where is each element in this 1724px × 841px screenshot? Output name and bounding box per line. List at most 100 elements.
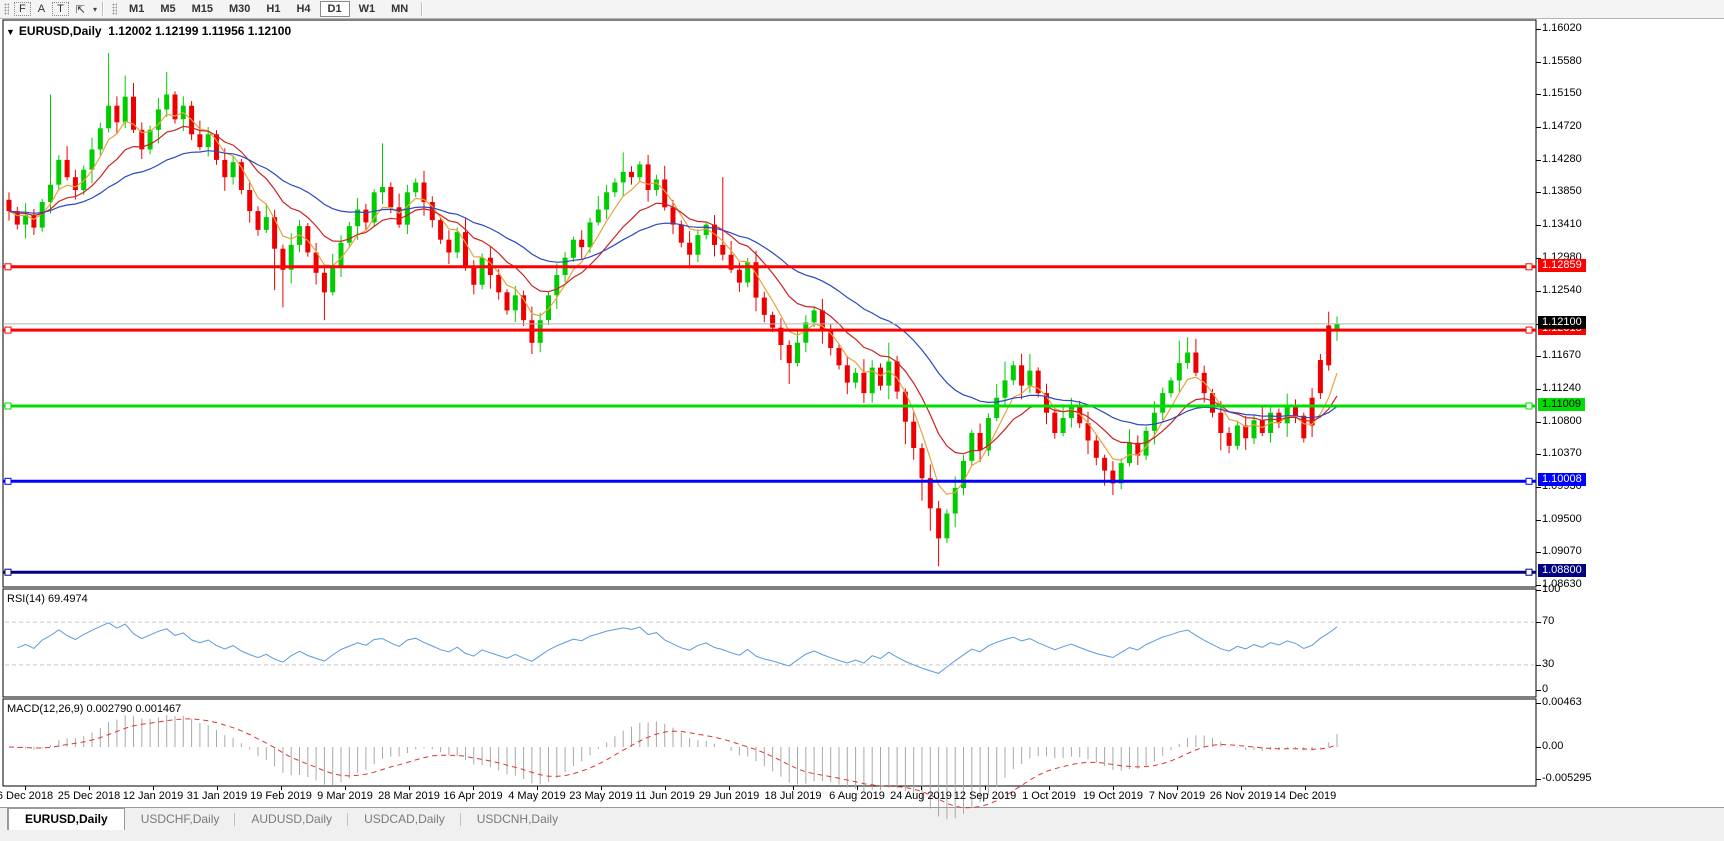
chart-title: ▼EURUSD,Daily 1.12002 1.12199 1.11956 1.…: [6, 24, 291, 38]
line-drag-handle[interactable]: [5, 403, 11, 409]
candle-body: [1094, 441, 1099, 458]
date-label: 25 Dec 2018: [58, 790, 120, 802]
candle-body: [1301, 416, 1306, 439]
candle-body: [679, 225, 684, 243]
candle-body: [1019, 365, 1024, 385]
rsi-panel-border: [3, 589, 1536, 697]
price-tick-mark: [1536, 160, 1541, 161]
candle-body: [471, 268, 476, 285]
date-label: 6 Aug 2019: [829, 790, 885, 802]
price-tick-mark: [1536, 487, 1541, 488]
line-drag-handle[interactable]: [1526, 264, 1532, 270]
candle-body: [156, 110, 161, 130]
macd-tick-label: -0.005295: [1542, 772, 1592, 784]
candle-body: [197, 134, 202, 147]
candle-body: [264, 217, 269, 230]
candle-body: [330, 268, 335, 293]
candle-body: [629, 172, 634, 177]
line-drag-handle[interactable]: [5, 569, 11, 575]
price-tick-label: 1.15580: [1542, 55, 1582, 67]
candle-body: [837, 348, 842, 365]
candle-body: [496, 275, 501, 292]
candle-body: [1169, 380, 1174, 393]
candle-body: [720, 245, 725, 255]
candle-body: [388, 187, 393, 207]
price-tick-mark: [1536, 291, 1541, 292]
price-tick-label: 1.13410: [1542, 218, 1582, 230]
candle-body: [513, 295, 518, 310]
candle-body: [1252, 420, 1257, 438]
price-tick-label: 1.09500: [1542, 513, 1582, 525]
candle-body: [878, 368, 883, 386]
date-label: 11 Jun 2019: [635, 790, 695, 802]
price-tick-mark: [1536, 422, 1541, 423]
line-drag-handle[interactable]: [5, 264, 11, 270]
price-tick-mark: [1536, 29, 1541, 30]
candle-body: [480, 258, 485, 285]
candle-body: [621, 172, 626, 183]
rsi-tick-label: 70: [1542, 615, 1554, 627]
line-drag-handle[interactable]: [1526, 478, 1532, 484]
rsi-tick-mark: [1536, 622, 1541, 623]
candle-body: [646, 164, 651, 190]
candle-body: [123, 97, 128, 123]
candle-body: [745, 262, 750, 282]
rsi-tick-mark: [1536, 665, 1541, 666]
candle-body: [770, 315, 775, 328]
candle-body: [1011, 365, 1016, 380]
candle-body: [853, 373, 858, 383]
candle-body: [1318, 360, 1323, 393]
price-chart[interactable]: [0, 0, 1724, 841]
candle-body: [994, 398, 999, 418]
candle-body: [463, 232, 468, 267]
price-tick-mark: [1536, 192, 1541, 193]
candle-body: [1003, 380, 1008, 397]
candle-body: [812, 310, 817, 322]
candle-body: [671, 207, 676, 224]
line-drag-handle[interactable]: [5, 327, 11, 333]
date-label: 14 Dec 2019: [1274, 790, 1336, 802]
candle-body: [637, 164, 642, 177]
rsi-tick-label: 0: [1542, 683, 1548, 695]
date-label: 31 Jan 2019: [187, 790, 248, 802]
rsi-tick-mark: [1536, 590, 1541, 591]
line-drag-handle[interactable]: [1526, 327, 1532, 333]
date-label: 26 Nov 2019: [1210, 790, 1272, 802]
line-drag-handle[interactable]: [1526, 569, 1532, 575]
price-tick-mark: [1536, 454, 1541, 455]
price-level-label: 1.10008: [1538, 473, 1586, 486]
symbol-collapse-icon[interactable]: ▼: [6, 27, 15, 37]
candle-body: [446, 240, 451, 253]
price-tick-mark: [1536, 225, 1541, 226]
date-label: 19 Feb 2019: [250, 790, 312, 802]
date-label: 24 Aug 2019: [890, 790, 952, 802]
line-drag-handle[interactable]: [5, 478, 11, 484]
candle-body: [787, 345, 792, 363]
candle-body: [596, 210, 601, 223]
price-tick-mark: [1536, 62, 1541, 63]
rsi-indicator-label: RSI(14) 69.4974: [7, 593, 88, 605]
candle-body: [1061, 418, 1066, 433]
candle-body: [886, 362, 891, 386]
price-level-label: 1.11009: [1538, 398, 1585, 411]
line-drag-handle[interactable]: [1526, 403, 1532, 409]
candle-body: [911, 422, 916, 448]
date-label: 19 Oct 2019: [1083, 790, 1143, 802]
candle-body: [1227, 433, 1232, 446]
date-label: 12 Jan 2019: [123, 790, 184, 802]
date-label: 23 May 2019: [569, 790, 633, 802]
candle-body: [1127, 443, 1132, 463]
candle-body: [148, 130, 153, 150]
date-label: 18 Jul 2019: [765, 790, 822, 802]
candle-body: [936, 508, 941, 538]
candle-body: [944, 514, 949, 539]
current-price-label: 1.12100: [1538, 316, 1586, 329]
candle-body: [505, 292, 510, 310]
candle-body: [687, 243, 692, 255]
candle-body: [1152, 413, 1157, 431]
candle-body: [1027, 371, 1032, 386]
date-label: 6 Dec 2018: [0, 790, 53, 802]
price-tick-label: 1.15150: [1542, 87, 1582, 99]
chart-symbol-label: EURUSD,Daily: [19, 24, 102, 38]
date-label: 9 Mar 2019: [317, 790, 373, 802]
